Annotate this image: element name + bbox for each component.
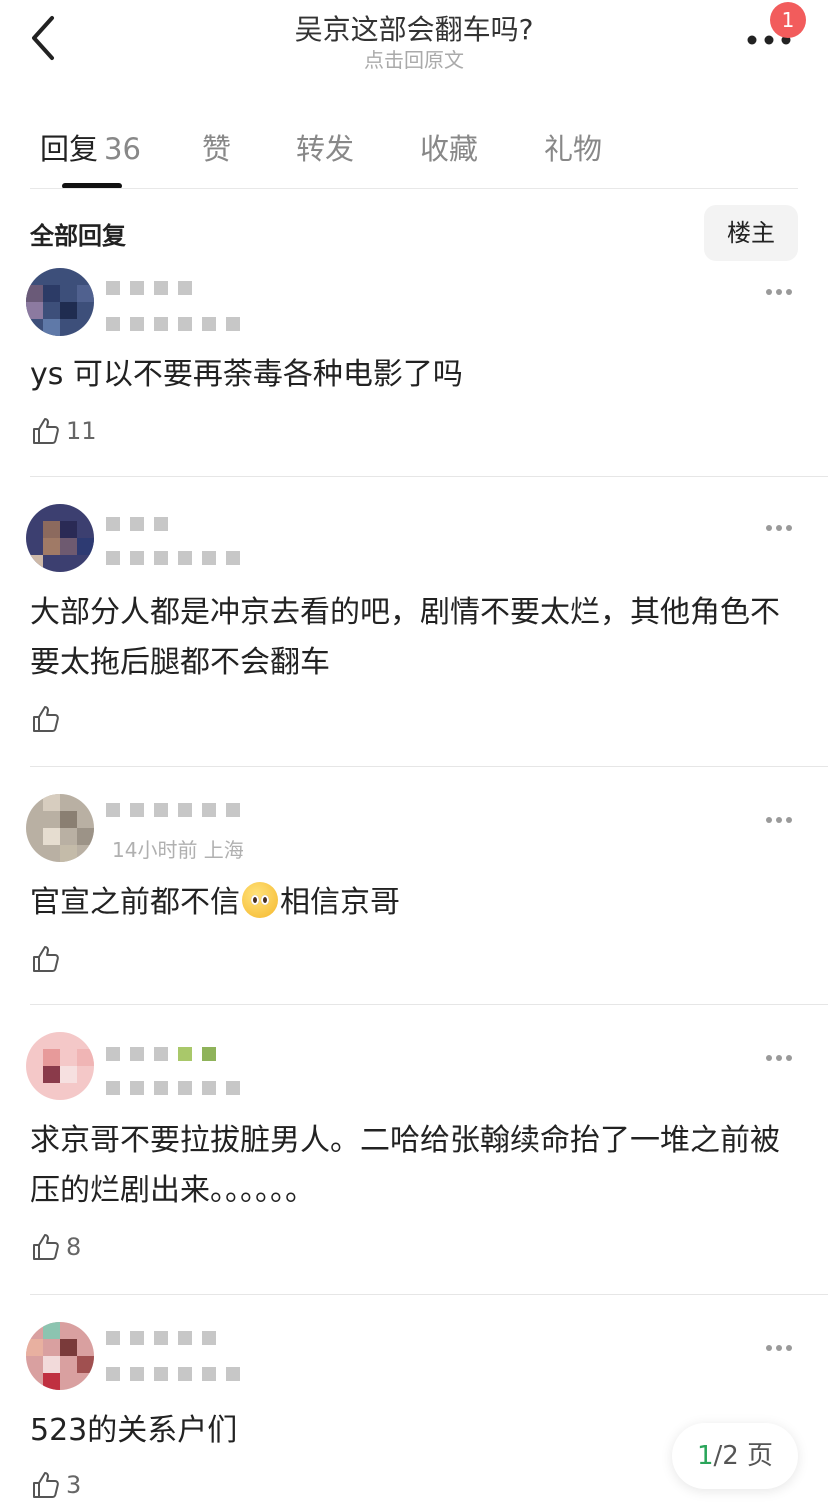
comment-text-part: 官宣之前都不信 xyxy=(30,885,240,920)
comment-more-button[interactable] xyxy=(766,808,798,823)
tab-replies[interactable]: 回复 36 xyxy=(40,126,141,168)
comment-more-button[interactable] xyxy=(766,280,798,295)
post-title[interactable]: 吴京这部会翻车吗? xyxy=(0,8,828,48)
comment-text: ys 可以不要再荼毒各种电影了吗 xyxy=(30,357,463,392)
tab-replies-count: 36 xyxy=(104,132,141,166)
thumbs-up-icon xyxy=(33,1234,59,1260)
thumbs-up-icon xyxy=(33,1472,59,1498)
comment-text: 官宣之前都不信 相信京哥 xyxy=(30,878,800,928)
avatar[interactable] xyxy=(26,268,94,336)
username-redacted[interactable] xyxy=(106,280,202,296)
like-count: 11 xyxy=(66,417,97,445)
username-redacted[interactable] xyxy=(106,516,178,532)
post-meta-redacted xyxy=(106,316,250,332)
back-to-original-link[interactable]: 点击回原文 xyxy=(0,44,828,73)
comment-divider xyxy=(30,1294,828,1295)
all-replies-label: 全部回复 xyxy=(30,222,126,250)
page-indicator-button[interactable]: 1/2 页 xyxy=(672,1423,798,1489)
notification-badge: 1 xyxy=(770,2,806,38)
like-button[interactable] xyxy=(30,942,66,976)
tab-reposts[interactable]: 转发 xyxy=(296,126,354,168)
thumbs-up-icon xyxy=(33,418,59,444)
username-redacted[interactable] xyxy=(106,802,250,818)
comment-text-part: 相信京哥 xyxy=(280,885,400,920)
username-redacted[interactable] xyxy=(106,1330,226,1346)
avatar[interactable] xyxy=(26,794,94,862)
like-button[interactable]: 8 xyxy=(30,1230,81,1264)
tab-favorites[interactable]: 收藏 xyxy=(420,126,478,168)
tabs-divider xyxy=(30,188,798,189)
avatar[interactable] xyxy=(26,1032,94,1100)
avatar[interactable] xyxy=(26,1322,94,1390)
current-page: 1 xyxy=(696,1441,714,1471)
comment-more-button[interactable] xyxy=(766,1046,798,1061)
tab-replies-label: 回复 xyxy=(40,132,99,166)
total-pages: /2 页 xyxy=(713,1441,774,1471)
avatar[interactable] xyxy=(26,504,94,572)
comment-divider xyxy=(30,766,828,767)
like-button[interactable]: 3 xyxy=(30,1468,81,1502)
comment-divider xyxy=(30,476,828,477)
comment-text: 求京哥不要拉拔脏男人。二哈给张翰续命抬了一堆之前被压的烂剧出来。。。。。。 xyxy=(30,1123,780,1208)
like-count: 8 xyxy=(66,1233,82,1261)
thumbs-up-icon xyxy=(33,946,59,972)
username-redacted[interactable] xyxy=(106,1046,226,1062)
post-meta-redacted xyxy=(106,1080,250,1096)
like-count: 3 xyxy=(66,1471,82,1499)
like-button[interactable] xyxy=(30,702,66,736)
post-meta: 14小时前 上海 xyxy=(112,838,244,862)
pleading-face-icon xyxy=(242,882,278,918)
like-button[interactable]: 11 xyxy=(30,414,97,448)
comment-divider xyxy=(30,1004,828,1005)
comment-more-button[interactable] xyxy=(766,1336,798,1351)
thumbs-up-icon xyxy=(33,706,59,732)
tab-likes[interactable]: 赞 xyxy=(202,126,231,168)
post-meta-redacted xyxy=(106,550,250,566)
tab-gifts[interactable]: 礼物 xyxy=(544,126,602,168)
op-only-button[interactable]: 楼主 xyxy=(704,205,798,261)
post-meta-redacted xyxy=(106,1366,250,1382)
comment-text: 大部分人都是冲京去看的吧，剧情不要太烂，其他角色不要太拖后腿都不会翻车 xyxy=(30,595,780,680)
comment-more-button[interactable] xyxy=(766,516,798,531)
